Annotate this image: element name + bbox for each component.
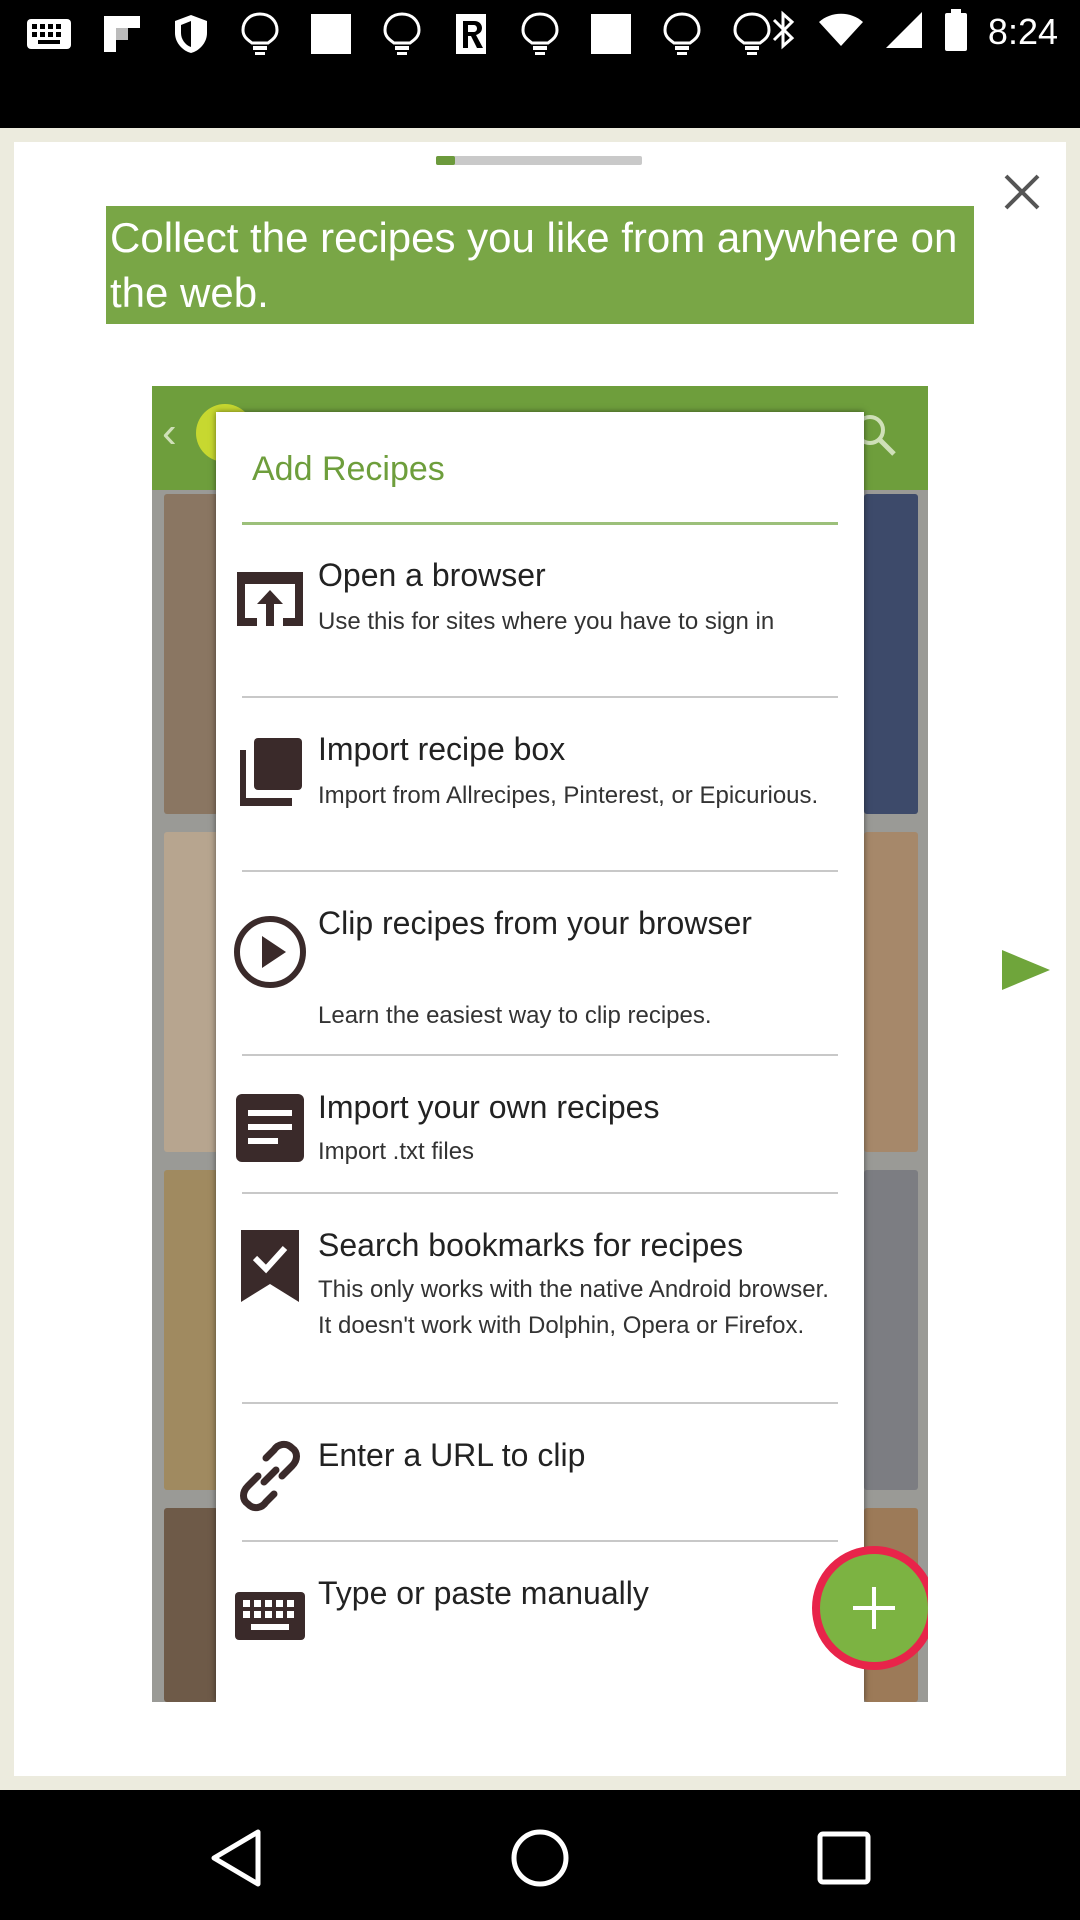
recipe-tile xyxy=(164,494,218,814)
divider xyxy=(242,522,838,525)
signal-icon xyxy=(884,10,924,55)
lightbulb-icon xyxy=(240,12,280,56)
close-icon xyxy=(1004,174,1040,210)
play-next-icon xyxy=(1002,950,1050,990)
add-recipes-dialog: Add Recipes Open a browser Use this for … xyxy=(216,412,864,1702)
wifi-icon xyxy=(818,12,864,53)
menu-item-type-paste[interactable]: Type or paste manually xyxy=(216,1570,864,1680)
menu-item-title: Search bookmarks for recipes xyxy=(318,1227,744,1263)
recents-icon xyxy=(817,1831,871,1885)
recents-button[interactable] xyxy=(804,1818,884,1898)
home-button[interactable] xyxy=(500,1818,580,1898)
lightbulb-icon xyxy=(520,12,560,56)
menu-item-description: This only works with the native Android … xyxy=(318,1276,829,1339)
keyboard-icon xyxy=(26,18,72,50)
app-screenshot: ‹ Add Recipes Open a browser Use this fo… xyxy=(152,386,928,1702)
menu-item-description: Import from Allrecipes, Pinterest, or Ep… xyxy=(318,782,819,809)
lightbulb-icon xyxy=(662,12,702,56)
back-icon xyxy=(211,1829,261,1887)
tutorial-card: Collect the recipes you like from anywhe… xyxy=(14,142,1066,1776)
menu-item-title: Import recipe box xyxy=(318,731,566,767)
battery-icon xyxy=(944,8,968,57)
plus-icon xyxy=(853,1587,895,1629)
menu-item-title: Clip recipes from your browser xyxy=(318,905,752,941)
menu-item-import-own-recipes[interactable]: Import your own recipes Import .txt file… xyxy=(216,1084,864,1204)
chevron-left-icon: ‹ xyxy=(162,408,177,457)
next-button[interactable] xyxy=(996,942,1056,998)
menu-item-description: Learn the easiest way to clip recipes. xyxy=(318,1002,712,1029)
divider xyxy=(242,870,838,872)
dialog-title: Add Recipes xyxy=(252,450,445,488)
menu-item-search-bookmarks[interactable]: Search bookmarks for recipes This only w… xyxy=(216,1222,864,1412)
tutorial-screen: Collect the recipes you like from anywhe… xyxy=(0,128,1080,1790)
navigation-bar xyxy=(0,1790,1080,1920)
link-icon xyxy=(232,1438,308,1514)
play-circle-icon xyxy=(232,914,308,990)
square-icon xyxy=(590,13,632,55)
keyboard-icon xyxy=(232,1578,308,1654)
divider xyxy=(242,1402,838,1404)
divider xyxy=(242,1192,838,1194)
library-icon xyxy=(232,734,308,810)
menu-item-title: Type or paste manually xyxy=(318,1575,649,1611)
recipe-tile xyxy=(164,832,218,1152)
shield-icon xyxy=(172,13,210,55)
lightbulb-icon xyxy=(732,12,772,56)
add-recipe-fab xyxy=(812,1546,928,1670)
menu-item-clip-recipes[interactable]: Clip recipes from your browser Learn the… xyxy=(216,900,864,1070)
clock: 8:24 xyxy=(987,11,1058,52)
menu-item-enter-url[interactable]: Enter a URL to clip xyxy=(216,1432,864,1542)
tutorial-headline: Collect the recipes you like from anywhe… xyxy=(106,206,974,324)
recipe-tile xyxy=(864,494,918,814)
lightbulb-icon xyxy=(382,12,422,56)
recipe-tile xyxy=(864,1170,918,1490)
divider xyxy=(242,1540,838,1542)
menu-item-import-recipe-box[interactable]: Import recipe box Import from Allrecipes… xyxy=(216,726,864,876)
progress-indicator xyxy=(436,156,642,165)
menu-item-title: Enter a URL to clip xyxy=(318,1437,586,1473)
bookmark-check-icon xyxy=(232,1228,308,1304)
square-icon xyxy=(310,13,352,55)
menu-item-description: Import .txt files xyxy=(318,1138,475,1165)
recipe-tile xyxy=(164,1508,218,1702)
close-button[interactable] xyxy=(994,164,1050,220)
flipboard-icon xyxy=(102,14,142,54)
progress-fill xyxy=(436,156,455,165)
open-in-browser-icon xyxy=(232,560,308,636)
back-button[interactable] xyxy=(196,1818,276,1898)
menu-item-title: Open a browser xyxy=(318,557,546,593)
bluetooth-icon xyxy=(770,9,798,56)
divider xyxy=(242,1054,838,1056)
recipe-tile xyxy=(164,1170,218,1490)
recipe-tile xyxy=(864,832,918,1152)
status-bar: 8:24 xyxy=(0,0,1080,128)
menu-item-open-browser[interactable]: Open a browser Use this for sites where … xyxy=(216,552,864,702)
r-app-icon xyxy=(452,12,490,56)
menu-item-title: Import your own recipes xyxy=(318,1089,660,1125)
document-icon xyxy=(232,1090,308,1166)
divider xyxy=(242,696,838,698)
menu-item-description: Use this for sites where you have to sig… xyxy=(318,608,775,635)
home-icon xyxy=(511,1829,569,1887)
